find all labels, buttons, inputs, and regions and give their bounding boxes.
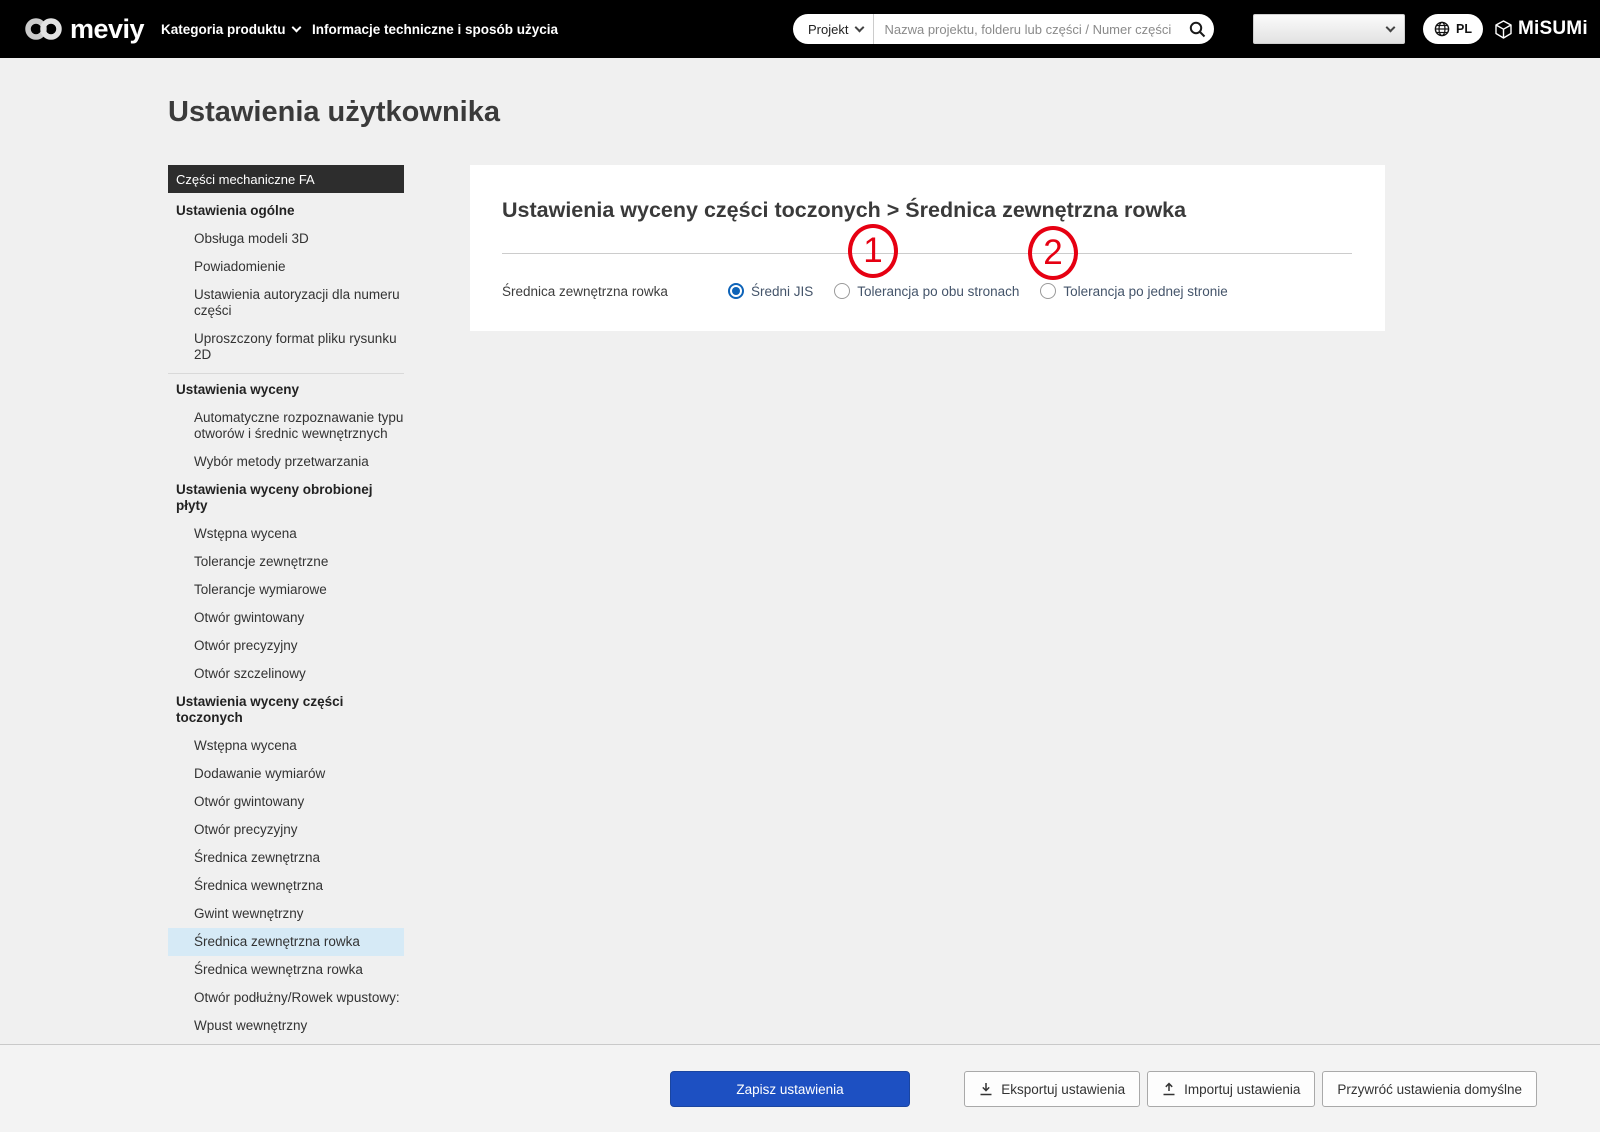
radio-option-label: Tolerancja po obu stronach	[857, 283, 1020, 299]
upload-icon	[1162, 1082, 1176, 1096]
sidebar-item-srednica-zewnetrzna-rowka[interactable]: Średnica zewnętrzna rowka	[168, 928, 404, 956]
search-input[interactable]	[874, 21, 1180, 37]
sidebar-divider	[168, 373, 404, 374]
sidebar-item-otwor-szczelinowy[interactable]: Otwór szczelinowy	[168, 660, 404, 688]
sidebar-item-otwor-precyzyjny[interactable]: Otwór precyzyjny	[168, 816, 404, 844]
download-icon	[979, 1082, 993, 1096]
top-navbar: meviy Kategoria produktu Informacje tech…	[0, 0, 1600, 58]
import-settings-label: Importuj ustawienia	[1184, 1081, 1301, 1097]
infinity-logo-icon	[24, 16, 64, 42]
radio-option-sredni-jis[interactable]: Średni JIS	[728, 283, 813, 299]
sidebar-header-fa-parts[interactable]: Części mechaniczne FA	[168, 165, 404, 193]
chevron-down-icon	[1385, 22, 1396, 32]
heading-divider	[502, 253, 1352, 254]
sidebar-item-uproszczony-format-pliku-rysunku-2d[interactable]: Uproszczony format pliku rysunku 2D	[168, 325, 404, 369]
logo-text: meviy	[70, 13, 145, 44]
sidebar-item-dodawanie-wymiarow[interactable]: Dodawanie wymiarów	[168, 760, 404, 788]
footer-secondary-buttons: Eksportuj ustawienia Importuj ustawienia…	[964, 1071, 1537, 1107]
settings-sidebar: Części mechaniczne FA Ustawienia ogólne O…	[168, 165, 404, 1044]
annotation-circle-1: 1	[848, 224, 898, 278]
sidebar-section-ustawienia-wyceny-czesci-toczonych: Ustawienia wyceny części toczonych	[176, 694, 344, 725]
language-button[interactable]: PL	[1423, 14, 1483, 44]
sidebar-list: Ustawienia ogólne Obsługa modeli 3D Powiad…	[168, 193, 404, 1044]
radio-unselected-icon[interactable]	[1040, 283, 1057, 299]
export-settings-label: Eksportuj ustawienia	[1001, 1081, 1126, 1097]
restore-defaults-button[interactable]: Przywróć ustawienia domyślne	[1322, 1071, 1537, 1107]
page-body: Ustawienia użytkownika Części mechaniczn…	[0, 58, 1600, 1044]
search-bar: Projekt	[793, 14, 1214, 44]
annotation-circle-2: 2	[1028, 226, 1078, 280]
meviy-logo[interactable]: meviy	[24, 0, 145, 58]
search-icon	[1189, 21, 1206, 38]
page-title: Ustawienia użytkownika	[168, 96, 500, 128]
misumi-brand[interactable]: MiSUMi	[1495, 0, 1588, 58]
radio-group: Średni JIS Tolerancja po obu stronach Tole…	[728, 283, 1228, 299]
radio-option-label: Średni JIS	[751, 283, 814, 299]
export-settings-button[interactable]: Eksportuj ustawienia	[964, 1071, 1141, 1107]
sidebar-item-wybor-metody-przetwarzania[interactable]: Wybór metody przetwarzania	[168, 448, 404, 476]
import-settings-button[interactable]: Importuj ustawienia	[1147, 1071, 1316, 1107]
setting-row-label: Średnica zewnętrzna rowka	[502, 283, 668, 299]
sidebar-item-gwint-wewnetrzny[interactable]: Gwint wewnętrzny	[168, 900, 404, 928]
brand-text: MiSUMi	[1518, 18, 1588, 39]
sidebar-item-wstepna-wycena[interactable]: Wstępna wycena	[168, 520, 404, 548]
sidebar-item-powiadomienie[interactable]: Powiadomienie	[168, 253, 404, 281]
radio-option-label: Tolerancja po jednej stronie	[1063, 283, 1228, 299]
sidebar-item-wstepna-wycena[interactable]: Wstępna wycena	[168, 732, 404, 760]
radio-option-tolerancja-po-obu-stronach[interactable]: Tolerancja po obu stronach	[834, 283, 1019, 299]
sidebar-item-tolerancje-zewnetrzne[interactable]: Tolerancje zewnętrzne	[168, 548, 404, 576]
footer-bar: Zapisz ustawienia Eksportuj ustawienia I…	[0, 1044, 1600, 1132]
radio-unselected-icon[interactable]	[834, 283, 851, 299]
sidebar-item-srednica-wewnetrzna[interactable]: Średnica wewnętrzna	[168, 872, 404, 900]
menu-label: Kategoria produktu	[161, 21, 286, 37]
cube-icon	[1495, 19, 1512, 39]
sidebar-item-wpust-wewnetrzny[interactable]: Wpust wewnętrzny	[168, 1012, 404, 1040]
setting-row: Średnica zewnętrzna rowka Średni JIS Tole…	[502, 277, 1365, 305]
chevron-down-icon	[291, 22, 301, 32]
search-scope-select[interactable]: Projekt	[793, 14, 875, 44]
menu-label: Informacje techniczne i sposób użycia	[312, 21, 559, 37]
sidebar-section-ustawienia-wyceny-obrobionej-plyty: Ustawienia wyceny obrobionej płyty	[176, 482, 373, 513]
sidebar-section-ustawienia-wyceny: Ustawienia wyceny	[176, 382, 300, 397]
sidebar-item-otwor-gwintowany[interactable]: Otwór gwintowany	[168, 604, 404, 632]
chevron-down-icon	[855, 22, 865, 32]
save-settings-button[interactable]: Zapisz ustawienia	[670, 1071, 910, 1107]
sidebar-section-ustawienia-ogolne: Ustawienia ogólne	[176, 203, 295, 218]
sidebar-item-obsluga-modeli-3d[interactable]: Obsługa modeli 3D	[168, 225, 404, 253]
sidebar-item-otwor-gwintowany[interactable]: Otwór gwintowany	[168, 788, 404, 816]
globe-icon	[1434, 21, 1450, 37]
menu-technical-info[interactable]: Informacje techniczne i sposób użycia	[312, 0, 558, 58]
sidebar-item-otwor-precyzyjny[interactable]: Otwór precyzyjny	[168, 632, 404, 660]
sidebar-item-otwor-podluzny-rowek-wpustowy[interactable]: Otwór podłużny/Rowek wpustowy:	[168, 984, 404, 1012]
sidebar-item-automatyczne-rozpoznawanie-typu-otworow-i-srednic-wewnetrznych[interactable]: Automatyczne rozpoznawanie typu otworów …	[168, 404, 404, 448]
settings-card: Ustawienia wyceny części toczonych > Śre…	[470, 165, 1385, 331]
menu-product-category[interactable]: Kategoria produktu	[161, 0, 301, 58]
sidebar-item-tolerancje-wymiarowe[interactable]: Tolerancje wymiarowe	[168, 576, 404, 604]
search-button[interactable]	[1180, 14, 1214, 44]
search-scope-label: Projekt	[808, 21, 849, 37]
restore-defaults-label: Przywróć ustawienia domyślne	[1337, 1081, 1522, 1097]
radio-selected-icon[interactable]	[728, 283, 744, 299]
sidebar-item-ustawienia-autoryzacji-dla-numeru-czesci[interactable]: Ustawienia autoryzacji dla numeru części	[168, 281, 404, 325]
language-label: PL	[1456, 22, 1472, 36]
card-heading: Ustawienia wyceny części toczonych > Śre…	[502, 198, 1187, 222]
sidebar-item-srednica-zewnetrzna[interactable]: Średnica zewnętrzna	[168, 844, 404, 872]
sidebar-item-srednica-wewnetrzna-rowka[interactable]: Średnica wewnętrzna rowka	[168, 956, 404, 984]
workspace-select[interactable]	[1253, 14, 1405, 44]
radio-option-tolerancja-po-jednej-stronie[interactable]: Tolerancja po jednej stronie	[1040, 283, 1228, 299]
